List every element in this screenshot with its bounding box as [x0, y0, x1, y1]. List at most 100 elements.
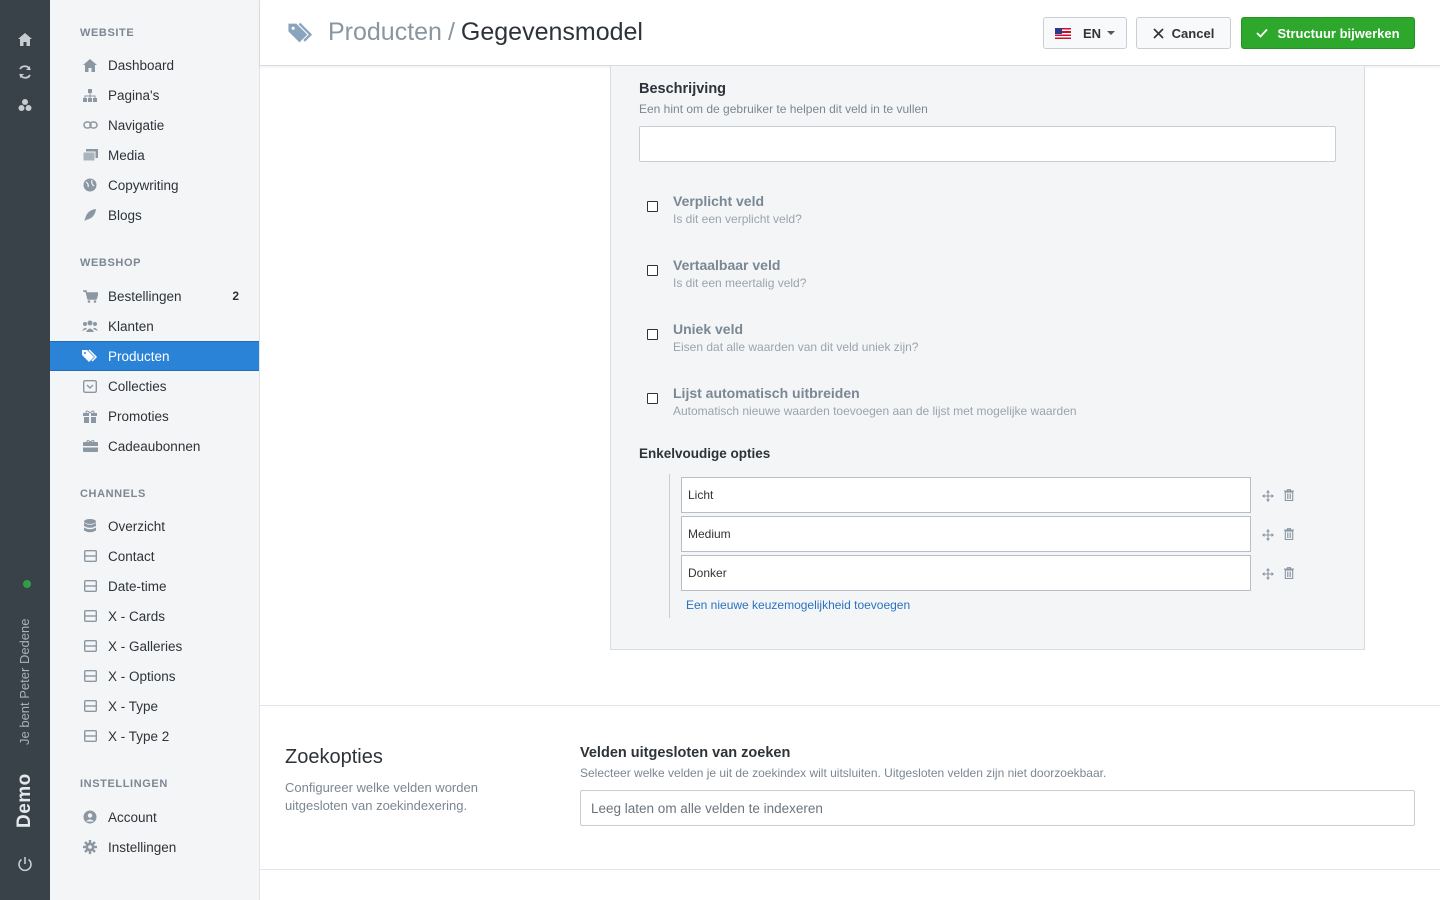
- sidebar: WEBSITE Dashboard Pagina's Navigatie Med…: [50, 0, 260, 900]
- sidebar-item-label: Blogs: [108, 207, 142, 223]
- trash-icon[interactable]: [1284, 488, 1294, 502]
- current-user-label: Je bent Peter Dedene: [17, 618, 32, 745]
- language-label: EN: [1082, 25, 1102, 41]
- power-icon[interactable]: [17, 856, 33, 872]
- excluded-fields-label: Velden uitgesloten van zoeken: [580, 745, 791, 761]
- globe-icon: [82, 177, 98, 193]
- window-icon: [82, 638, 98, 654]
- sidebar-item-date-time[interactable]: Date-time: [50, 571, 259, 601]
- sidebar-item-copywriting[interactable]: Copywriting: [50, 170, 259, 200]
- sidebar-item-label: Bestellingen: [108, 288, 182, 304]
- sidebar-item-x-cards[interactable]: X - Cards: [50, 601, 259, 631]
- flag-us-icon: [1054, 27, 1071, 39]
- sidebar-item-navigatie[interactable]: Navigatie: [50, 110, 259, 140]
- biohazard-icon[interactable]: [17, 97, 33, 113]
- inbox-icon: [82, 378, 98, 394]
- description-input[interactable]: [639, 126, 1336, 162]
- giftcard-icon: [82, 438, 98, 454]
- excluded-fields-input[interactable]: [580, 790, 1415, 826]
- user-circle-icon: [82, 809, 98, 825]
- sidebar-item-label: X - Type: [108, 698, 159, 714]
- update-structure-button[interactable]: Structuur bijwerken: [1241, 17, 1415, 49]
- sidebar-item-label: X - Options: [108, 668, 176, 684]
- language-dropdown[interactable]: EN: [1043, 17, 1127, 49]
- cancel-button[interactable]: Cancel: [1136, 17, 1231, 49]
- window-icon: [82, 668, 98, 684]
- sidebar-item-x-type-2[interactable]: X - Type 2: [50, 721, 259, 751]
- sidebar-item-label: Cadeaubonnen: [108, 438, 201, 454]
- sidebar-item-overzicht[interactable]: Overzicht: [50, 511, 259, 541]
- sidebar-item-label: Account: [108, 809, 157, 825]
- status-indicator: [23, 580, 31, 588]
- home-icon: [82, 57, 98, 73]
- sidebar-item-label: Date-time: [108, 578, 167, 594]
- sidebar-item-promoties[interactable]: Promoties: [50, 401, 259, 431]
- sidebar-item-collecties[interactable]: Collecties: [50, 371, 259, 401]
- gear-icon: [82, 839, 98, 855]
- sidebar-item-producten[interactable]: Producten: [50, 341, 259, 371]
- sidebar-item-cadeaubonnen[interactable]: Cadeaubonnen: [50, 431, 259, 461]
- sidebar-item-dashboard[interactable]: Dashboard: [50, 50, 259, 80]
- window-icon: [82, 728, 98, 744]
- move-handle-icon[interactable]: [1262, 567, 1274, 580]
- breadcrumb[interactable]: Producten: [328, 18, 442, 47]
- home-icon[interactable]: [17, 31, 33, 47]
- sidebar-item-x-type[interactable]: X - Type: [50, 691, 259, 721]
- sidebar-item-bestellingen[interactable]: Bestellingen 2: [50, 281, 259, 311]
- page-header: Producten / Gegevensmodel EN Cancel Stru…: [260, 0, 1440, 66]
- refresh-icon[interactable]: [17, 64, 33, 80]
- trash-icon[interactable]: [1284, 527, 1294, 541]
- sidebar-item-paginas[interactable]: Pagina's: [50, 80, 259, 110]
- option-input[interactable]: Donker: [681, 555, 1251, 591]
- sidebar-item-label: X - Galleries: [108, 638, 183, 654]
- translatable-field-hint: Is dit een meertalig veld?: [673, 276, 807, 290]
- sidebar-item-account[interactable]: Account: [50, 802, 259, 832]
- sidebar-item-x-options[interactable]: X - Options: [50, 661, 259, 691]
- orders-count-badge: 2: [232, 289, 239, 303]
- chevron-down-icon: [1107, 31, 1116, 35]
- sidebar-section-title: INSTELLINGEN: [80, 778, 168, 790]
- auto-extend-list-checkbox[interactable]: [647, 393, 658, 404]
- link-icon: [82, 117, 98, 133]
- translatable-field-label: Vertaalbaar veld: [673, 257, 781, 273]
- brand-label: Demo: [14, 773, 35, 828]
- option-input[interactable]: Medium: [681, 516, 1251, 552]
- required-field-hint: Is dit een verplicht veld?: [673, 212, 802, 226]
- sidebar-item-klanten[interactable]: Klanten: [50, 311, 259, 341]
- sidebar-item-label: Collecties: [108, 378, 167, 394]
- check-icon: [1256, 28, 1269, 38]
- section-divider: [260, 705, 1440, 706]
- icon-rail: Je bent Peter Dedene Demo: [0, 0, 50, 900]
- page-title: Producten / Gegevensmodel: [288, 18, 643, 47]
- close-icon: [1153, 27, 1164, 39]
- sidebar-item-x-galleries[interactable]: X - Galleries: [50, 631, 259, 661]
- sidebar-item-instellingen[interactable]: Instellingen: [50, 832, 259, 862]
- sidebar-item-contact[interactable]: Contact: [50, 541, 259, 571]
- excluded-fields-hint: Selecteer welke velden je uit de zoekind…: [580, 766, 1107, 780]
- sidebar-item-blogs[interactable]: Blogs: [50, 200, 259, 230]
- images-icon: [82, 147, 98, 163]
- search-options-title: Zoekopties: [285, 746, 383, 768]
- update-structure-label: Structuur bijwerken: [1277, 25, 1400, 41]
- trash-icon[interactable]: [1284, 566, 1294, 580]
- required-field-checkbox[interactable]: [647, 201, 658, 212]
- unique-field-checkbox[interactable]: [647, 329, 658, 340]
- sidebar-section-title: CHANNELS: [80, 488, 146, 500]
- sidebar-item-label: X - Type 2: [108, 728, 170, 744]
- translatable-field-checkbox[interactable]: [647, 265, 658, 276]
- unique-field-label: Uniek veld: [673, 321, 744, 337]
- sidebar-item-label: Media: [108, 147, 145, 163]
- move-handle-icon[interactable]: [1262, 489, 1274, 502]
- sidebar-item-media[interactable]: Media: [50, 140, 259, 170]
- sidebar-item-label: Producten: [108, 348, 170, 364]
- sidebar-item-label: Navigatie: [108, 117, 165, 133]
- sidebar-item-label: Contact: [108, 548, 155, 564]
- users-icon: [82, 318, 98, 334]
- add-option-link[interactable]: Een nieuwe keuzemogelijkheid toevoegen: [686, 598, 910, 612]
- move-handle-icon[interactable]: [1262, 528, 1274, 541]
- description-hint: Een hint om de gebruiker te helpen dit v…: [639, 102, 928, 116]
- option-input[interactable]: Licht: [681, 477, 1251, 513]
- tags-icon: [288, 22, 314, 44]
- sitemap-icon: [82, 87, 98, 103]
- breadcrumb-separator: /: [447, 18, 455, 46]
